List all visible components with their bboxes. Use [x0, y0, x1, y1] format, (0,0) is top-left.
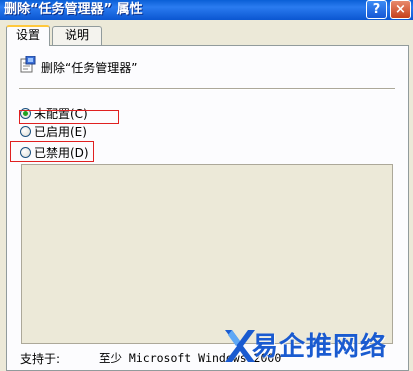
policy-setting-icon [20, 56, 36, 73]
radio-label: 已启用(E) [34, 124, 87, 139]
watermark-text: 易企推网络 [252, 332, 388, 362]
separator [19, 88, 395, 90]
watermark-logo-icon [225, 330, 255, 362]
highlight-box-disabled [10, 141, 94, 162]
tab-explain[interactable]: 说明 [52, 26, 102, 45]
window-title: 删除“任务管理器” 属性 [4, 2, 143, 17]
radio-button[interactable] [20, 125, 31, 137]
policy-title: 删除“任务管理器” [41, 61, 138, 75]
radio-enabled[interactable]: 已启用(E) [20, 123, 87, 139]
title-bar[interactable]: 删除“任务管理器” 属性 ? × [0, 0, 413, 20]
supported-on-label: 支持于: [20, 352, 61, 366]
close-button[interactable]: × [390, 0, 411, 19]
help-button[interactable]: ? [366, 0, 387, 19]
highlight-box-not-configured [19, 110, 119, 124]
description-box [21, 164, 393, 344]
watermark: 易企推网络 [222, 322, 413, 371]
tab-settings[interactable]: 设置 [6, 25, 50, 46]
